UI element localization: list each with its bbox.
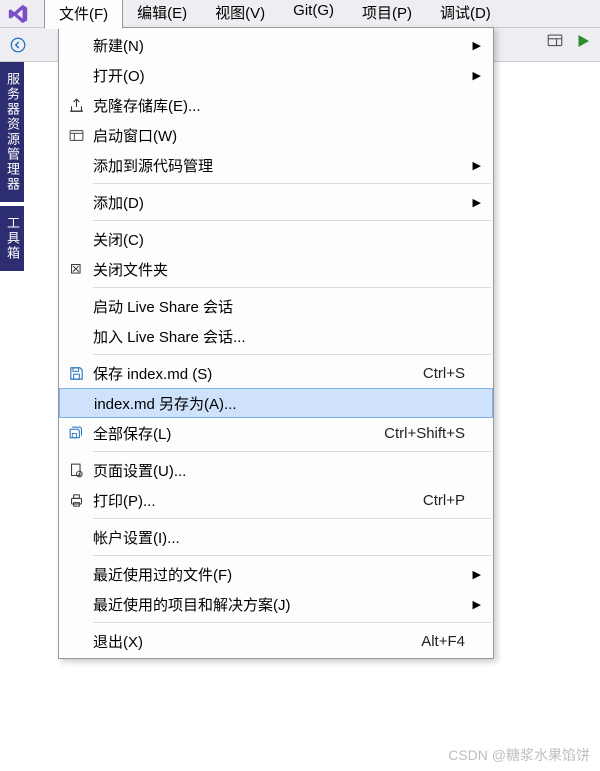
menu-item-label: 保存 index.md (S): [93, 363, 411, 384]
watermark: CSDN @糖浆水果馅饼: [448, 745, 590, 765]
menu-item-label: 打开(O): [93, 65, 465, 86]
file-menu-item-15[interactable]: index.md 另存为(A)...: [59, 388, 493, 418]
menu-separator: [93, 287, 491, 288]
menubar-item-1[interactable]: 编辑(E): [123, 0, 201, 29]
file-menu-item-23[interactable]: 最近使用过的文件(F)▶: [59, 559, 493, 589]
file-menu-item-16[interactable]: 全部保存(L) Ctrl+Shift+S: [59, 418, 493, 448]
menu-item-shortcut: Ctrl+Shift+S: [384, 425, 465, 442]
menu-item-label: 全部保存(L): [93, 423, 372, 444]
file-menu-item-24[interactable]: 最近使用的项目和解决方案(J)▶: [59, 589, 493, 619]
side-tab-server-explorer[interactable]: 服务器资源管理器: [0, 62, 24, 202]
clone-icon: [59, 97, 93, 114]
menubar-item-0[interactable]: 文件(F): [44, 0, 123, 29]
file-menu-item-6[interactable]: 添加(D)▶: [59, 187, 493, 217]
page-setup-icon: [59, 462, 93, 479]
menu-item-label: 最近使用过的文件(F): [93, 564, 465, 585]
side-tab-toolbox[interactable]: 工具箱: [0, 206, 24, 271]
menu-item-label: 加入 Live Share 会话...: [93, 326, 465, 347]
menubar-item-5[interactable]: 调试(D): [426, 0, 505, 29]
file-menu-item-14[interactable]: 保存 index.md (S) Ctrl+S: [59, 358, 493, 388]
menu-separator: [93, 518, 491, 519]
menu-item-label: 启动 Live Share 会话: [93, 296, 465, 317]
file-menu-item-8[interactable]: 关闭(C): [59, 224, 493, 254]
submenu-arrow-icon: ▶: [465, 568, 481, 581]
submenu-arrow-icon: ▶: [465, 159, 481, 172]
menu-item-label: 添加到源代码管理: [93, 155, 465, 176]
menu-item-label: 关闭(C): [93, 229, 465, 250]
menu-item-shortcut: Ctrl+S: [423, 365, 465, 382]
submenu-arrow-icon: ▶: [465, 598, 481, 611]
submenu-arrow-icon: ▶: [465, 69, 481, 82]
back-icon[interactable]: [6, 33, 30, 57]
file-menu-item-3[interactable]: 启动窗口(W): [59, 120, 493, 150]
toolbar-right: [546, 32, 592, 50]
menu-item-label: index.md 另存为(A)...: [94, 393, 464, 414]
save-all-icon: [59, 425, 93, 442]
menu-separator: [93, 220, 491, 221]
menu-separator: [93, 622, 491, 623]
save-icon: [59, 365, 93, 382]
file-menu-item-1[interactable]: 打开(O)▶: [59, 60, 493, 90]
file-menu-item-0[interactable]: 新建(N)▶: [59, 30, 493, 60]
window-layout-icon[interactable]: [546, 32, 564, 50]
file-menu-item-4[interactable]: 添加到源代码管理▶: [59, 150, 493, 180]
file-menu-item-18[interactable]: 页面设置(U)...: [59, 455, 493, 485]
menubar: 文件(F)编辑(E)视图(V)Git(G)项目(P)调试(D): [0, 0, 600, 28]
start-icon[interactable]: [574, 32, 592, 50]
print-icon: [59, 492, 93, 509]
menu-item-shortcut: Alt+F4: [421, 633, 465, 650]
menu-item-shortcut: Ctrl+P: [423, 492, 465, 509]
menubar-item-2[interactable]: 视图(V): [201, 0, 279, 29]
vs-logo-icon: [2, 1, 34, 27]
file-menu-item-9[interactable]: 关闭文件夹: [59, 254, 493, 284]
close-folder-icon: [59, 261, 93, 278]
file-menu-item-11[interactable]: 启动 Live Share 会话: [59, 291, 493, 321]
menu-item-label: 启动窗口(W): [93, 125, 465, 146]
file-menu-item-26[interactable]: 退出(X) Alt+F4: [59, 626, 493, 656]
file-menu-item-19[interactable]: 打印(P)... Ctrl+P: [59, 485, 493, 515]
menu-separator: [93, 451, 491, 452]
menubar-item-3[interactable]: Git(G): [279, 0, 348, 29]
submenu-arrow-icon: ▶: [465, 39, 481, 52]
side-tabs: 服务器资源管理器 工具箱: [0, 62, 24, 271]
menu-item-label: 帐户设置(I)...: [93, 527, 465, 548]
menu-separator: [93, 354, 491, 355]
file-menu-item-12[interactable]: 加入 Live Share 会话...: [59, 321, 493, 351]
menu-item-label: 最近使用的项目和解决方案(J): [93, 594, 465, 615]
file-menu-item-2[interactable]: 克隆存储库(E)...: [59, 90, 493, 120]
menubar-item-4[interactable]: 项目(P): [348, 0, 426, 29]
menu-separator: [93, 183, 491, 184]
window-icon: [59, 127, 93, 144]
menu-item-label: 打印(P)...: [93, 490, 411, 511]
file-menu-item-21[interactable]: 帐户设置(I)...: [59, 522, 493, 552]
menu-item-label: 页面设置(U)...: [93, 460, 465, 481]
menu-item-label: 退出(X): [93, 631, 409, 652]
file-menu-dropdown: 新建(N)▶打开(O)▶克隆存储库(E)...启动窗口(W)添加到源代码管理▶添…: [58, 27, 494, 659]
menu-item-label: 添加(D): [93, 192, 465, 213]
submenu-arrow-icon: ▶: [465, 196, 481, 209]
menu-item-label: 克隆存储库(E)...: [93, 95, 465, 116]
menu-item-label: 关闭文件夹: [93, 259, 465, 280]
menu-separator: [93, 555, 491, 556]
menu-item-label: 新建(N): [93, 35, 465, 56]
